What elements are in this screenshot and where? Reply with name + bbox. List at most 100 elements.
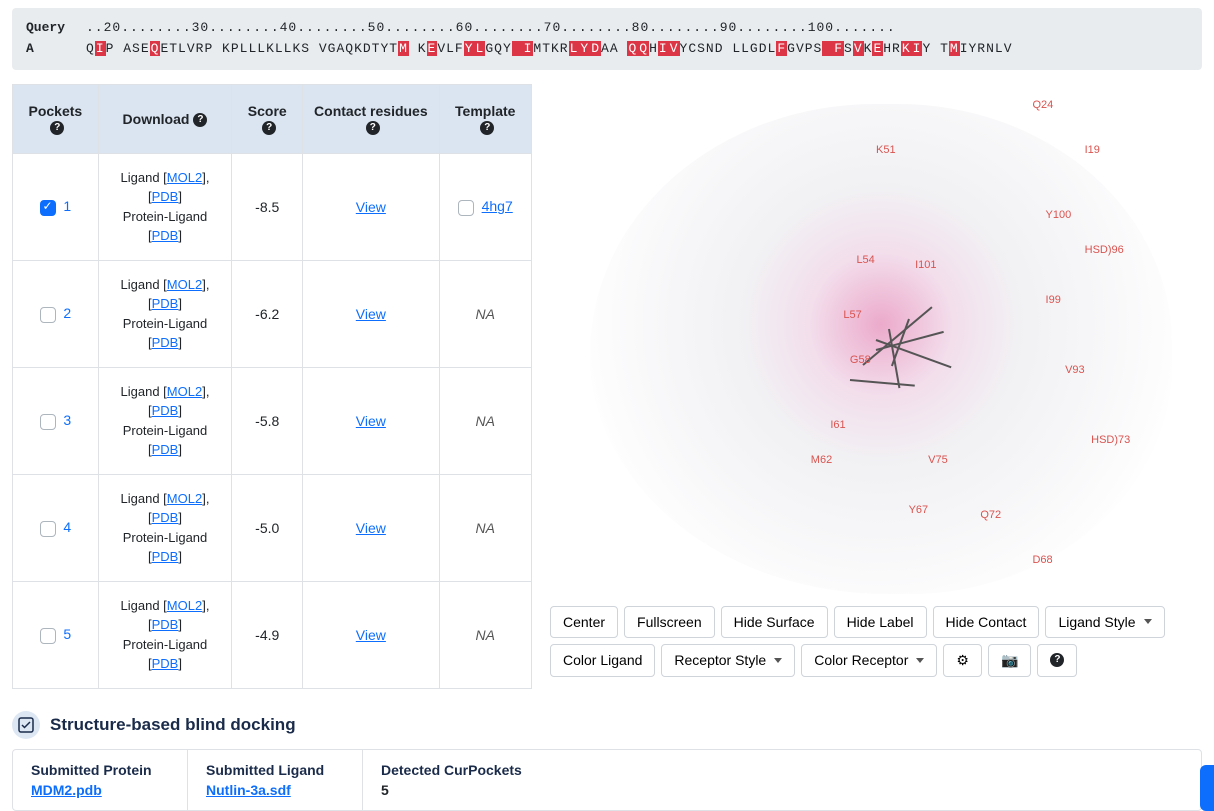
pocket-checkbox[interactable]	[40, 521, 56, 537]
seq-line: QIP ASEQETLVRP KPLLLKLLKS VGAQKDTYTM KEV…	[86, 39, 1013, 60]
seq-chain-label: A	[26, 39, 86, 60]
chevron-down-icon	[916, 658, 924, 663]
table-row: 4Ligand [MOL2], [PDB]Protein-Ligand [PDB…	[13, 474, 532, 581]
mol2-link[interactable]: MOL2	[167, 598, 202, 613]
residue-label: V93	[1065, 364, 1085, 376]
residue-label: Y67	[909, 504, 929, 516]
detected-pockets-label: Detected CurPockets	[381, 762, 1183, 778]
template-na: NA	[476, 520, 495, 536]
residue-label: G58	[850, 354, 871, 366]
camera-icon: 📷	[1001, 652, 1018, 669]
submitted-ligand-link[interactable]: Nutlin-3a.sdf	[206, 782, 291, 798]
residue-label: HSD)73	[1091, 434, 1130, 446]
mol2-link[interactable]: MOL2	[167, 491, 202, 506]
pocket-id: 3	[63, 412, 71, 428]
template-checkbox[interactable]	[458, 200, 474, 216]
section-title: Structure-based blind docking	[50, 715, 296, 735]
view-link[interactable]: View	[356, 520, 386, 536]
mol2-link[interactable]: MOL2	[167, 384, 202, 399]
pdb-link[interactable]: PDB	[152, 189, 179, 204]
help-icon[interactable]: ?	[262, 121, 276, 135]
score-cell: -8.5	[232, 153, 303, 260]
molecular-viewer[interactable]: Q24I19K51Y100L54I101HSD)96I99L57G58V93I6…	[550, 84, 1202, 594]
pdb-link[interactable]: PDB	[152, 403, 179, 418]
submitted-protein-link[interactable]: MDM2.pdb	[31, 782, 102, 798]
residue-label: K51	[876, 144, 896, 156]
color-ligand-button[interactable]: Color Ligand	[550, 644, 655, 677]
score-cell: -4.9	[232, 581, 303, 688]
pdb-link[interactable]: PDB	[152, 617, 179, 632]
table-row: 1Ligand [MOL2], [PDB]Protein-Ligand [PDB…	[13, 153, 532, 260]
residue-label: D68	[1032, 554, 1052, 566]
th-download: Download?	[98, 84, 232, 153]
pocket-checkbox[interactable]	[40, 628, 56, 644]
pocket-checkbox[interactable]	[40, 414, 56, 430]
help-icon: ?	[1050, 653, 1064, 667]
hide-contact-button[interactable]: Hide Contact	[933, 606, 1040, 638]
chevron-down-icon	[1144, 619, 1152, 624]
table-row: 5Ligand [MOL2], [PDB]Protein-Ligand [PDB…	[13, 581, 532, 688]
pocket-checkbox[interactable]	[40, 307, 56, 323]
viewer-toolbar: Center Fullscreen Hide Surface Hide Labe…	[550, 606, 1202, 677]
residue-label: Q24	[1032, 99, 1053, 111]
ligand-style-dropdown[interactable]: Ligand Style	[1045, 606, 1164, 638]
template-link[interactable]: 4hg7	[482, 198, 513, 214]
pdb-link[interactable]: PDB	[152, 335, 179, 350]
th-contact: Contact residues?	[303, 84, 439, 153]
view-link[interactable]: View	[356, 627, 386, 643]
color-receptor-dropdown[interactable]: Color Receptor	[801, 644, 937, 677]
help-icon[interactable]: ?	[480, 121, 494, 135]
pocket-checkbox[interactable]	[40, 200, 56, 216]
seq-ruler: ..20........30........40........50......…	[86, 18, 896, 39]
residue-label: I61	[830, 419, 845, 431]
score-cell: -5.8	[232, 367, 303, 474]
fullscreen-button[interactable]: Fullscreen	[624, 606, 715, 638]
receptor-style-dropdown[interactable]: Receptor Style	[661, 644, 795, 677]
view-link[interactable]: View	[356, 306, 386, 322]
settings-button[interactable]: ⚙	[943, 644, 982, 677]
pockets-table: Pockets? Download? Score? Contact residu…	[12, 84, 532, 689]
hide-label-button[interactable]: Hide Label	[834, 606, 927, 638]
pdb-link[interactable]: PDB	[152, 549, 179, 564]
residue-label: Q72	[980, 509, 1001, 521]
th-pockets: Pockets?	[13, 84, 99, 153]
view-link[interactable]: View	[356, 199, 386, 215]
pdb-link[interactable]: PDB	[152, 296, 179, 311]
template-na: NA	[476, 627, 495, 643]
pdb-link[interactable]: PDB	[152, 656, 179, 671]
seq-query-label: Query	[26, 18, 86, 39]
pdb-link[interactable]: PDB	[152, 228, 179, 243]
mol2-link[interactable]: MOL2	[167, 277, 202, 292]
th-template: Template?	[439, 84, 532, 153]
th-score: Score?	[232, 84, 303, 153]
pocket-id: 2	[63, 305, 71, 321]
mol2-link[interactable]: MOL2	[167, 170, 202, 185]
residue-label: Y100	[1046, 209, 1072, 221]
residue-label: I101	[915, 259, 936, 271]
help-button[interactable]: ?	[1037, 644, 1077, 677]
residue-label: V75	[928, 454, 948, 466]
help-icon[interactable]: ?	[366, 121, 380, 135]
check-icon	[12, 711, 40, 739]
submitted-ligand-label: Submitted Ligand	[206, 762, 344, 778]
help-icon[interactable]: ?	[193, 113, 207, 127]
submission-info: Submitted Protein MDM2.pdb Submitted Lig…	[12, 749, 1202, 811]
detected-pockets-value: 5	[381, 782, 1183, 798]
pocket-id: 4	[63, 519, 71, 535]
pocket-id: 5	[63, 626, 71, 642]
chevron-down-icon	[774, 658, 782, 663]
score-cell: -6.2	[232, 260, 303, 367]
help-icon[interactable]: ?	[50, 121, 64, 135]
center-button[interactable]: Center	[550, 606, 618, 638]
feedback-tab[interactable]	[1200, 765, 1214, 811]
section-header: Structure-based blind docking	[12, 711, 1202, 739]
residue-label: HSD)96	[1085, 244, 1124, 256]
residue-label: L57	[843, 309, 861, 321]
pdb-link[interactable]: PDB	[152, 442, 179, 457]
score-cell: -5.0	[232, 474, 303, 581]
template-na: NA	[476, 413, 495, 429]
screenshot-button[interactable]: 📷	[988, 644, 1031, 677]
hide-surface-button[interactable]: Hide Surface	[721, 606, 828, 638]
view-link[interactable]: View	[356, 413, 386, 429]
pdb-link[interactable]: PDB	[152, 510, 179, 525]
